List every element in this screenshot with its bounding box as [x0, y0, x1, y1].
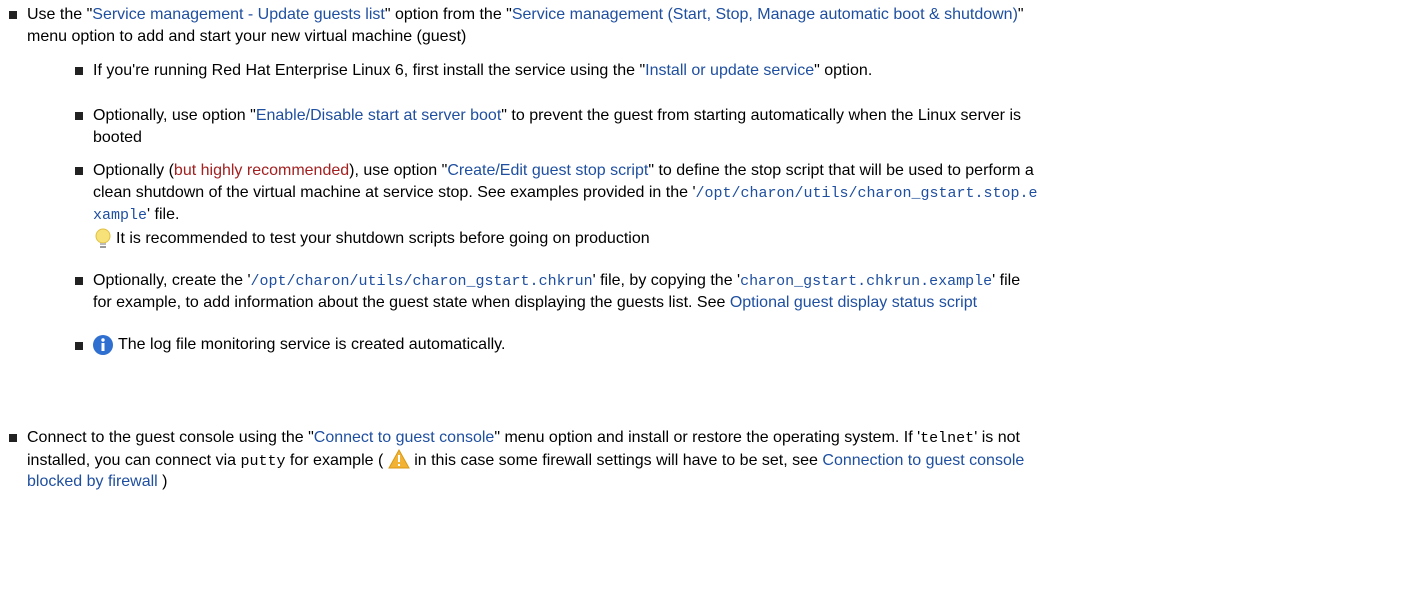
text: ' is not — [974, 429, 1020, 446]
text: ' file, by copying the ' — [592, 272, 741, 289]
text: ' file. — [147, 206, 180, 223]
sub-3-line-1: Optionally (but highly recommended), use… — [93, 160, 1034, 182]
code-stop-example-path[interactable]: /opt/charon/utils/charon_gstart.stop.e — [696, 185, 1038, 202]
text: Optionally, create the ' — [93, 272, 251, 289]
item-1-line-1: Use the "Service management - Update gue… — [27, 4, 1024, 26]
link-connection-blocked-firewall-cont[interactable]: blocked by firewall — [27, 473, 158, 490]
link-install-or-update-service[interactable]: Install or update service — [645, 62, 814, 79]
sub-4-line-2: for example, to add information about th… — [93, 292, 977, 314]
link-enable-disable-start[interactable]: Enable/Disable start at server boot — [256, 107, 501, 124]
sub-5-text: The log file monitoring service is creat… — [118, 336, 506, 353]
text: Optionally, use option " — [93, 107, 256, 124]
text: Connect to the guest console using the " — [27, 429, 314, 446]
link-optional-guest-display-status[interactable]: Optional guest display status script — [730, 294, 977, 311]
text: clean shutdown of the virtual machine at… — [93, 184, 696, 201]
link-connection-blocked-firewall[interactable]: Connection to guest console — [822, 452, 1024, 469]
link-service-management[interactable]: Service management (Start, Stop, Manage … — [512, 6, 1018, 23]
code-chkrun-example[interactable]: charon_gstart.chkrun.example — [740, 273, 992, 290]
sub-2-line-1: Optionally, use option "Enable/Disable s… — [93, 105, 1021, 127]
text: ) — [157, 473, 168, 490]
text: ), use option " — [349, 162, 448, 179]
info-icon — [93, 335, 113, 355]
warning-icon — [387, 448, 410, 469]
bullet — [75, 67, 83, 75]
text: for example, to add information about th… — [93, 294, 730, 311]
code-stop-example-path-cont[interactable]: xample — [93, 207, 147, 224]
highlight-recommended: but highly recommended — [173, 162, 350, 179]
link-connect-to-guest-console[interactable]: Connect to guest console — [314, 429, 495, 446]
text: " — [1017, 6, 1024, 23]
code-chkrun-path[interactable]: /opt/charon/utils/charon_gstart.chkrun — [251, 273, 593, 290]
lightbulb-icon — [95, 228, 111, 248]
bullet — [75, 167, 83, 175]
bullet — [75, 277, 83, 285]
text: for example ( — [285, 452, 388, 469]
text: ' file — [992, 272, 1021, 289]
link-update-guests-list[interactable]: Service management - Update guests list — [92, 6, 385, 23]
text: " option from the " — [384, 6, 512, 23]
bullet — [75, 112, 83, 120]
code-telnet: telnet — [920, 430, 975, 447]
tip-text: It is recommended to test your shutdown … — [116, 230, 650, 247]
code-putty: putty — [240, 453, 286, 470]
text: installed, you can connect via — [27, 452, 241, 469]
text: If you're running Red Hat Enterprise Lin… — [93, 62, 646, 79]
link-create-edit-stop-script[interactable]: Create/Edit guest stop script — [447, 162, 648, 179]
bullet — [9, 11, 17, 19]
last-line-2: installed, you can connect via putty for… — [27, 448, 1024, 473]
text: " option. — [814, 62, 873, 79]
sub-3-line-2: clean shutdown of the virtual machine at… — [93, 182, 1038, 205]
last-line-1: Connect to the guest console using the "… — [27, 427, 1020, 450]
text: " to define the stop script that will be… — [648, 162, 1034, 179]
text: " to prevent the guest from starting aut… — [501, 107, 1021, 124]
text: Use the " — [27, 6, 93, 23]
text: in this case some firewall settings will… — [409, 452, 823, 469]
document-page: Use the "Service management - Update gue… — [0, 0, 1419, 590]
text: Optionally ( — [93, 162, 174, 179]
item-1-line-2: menu option to add and start your new vi… — [27, 28, 467, 45]
sub-2-line-2: booted — [93, 129, 142, 146]
sub-1-line: If you're running Red Hat Enterprise Lin… — [93, 60, 872, 82]
sub-4-line-1: Optionally, create the '/opt/charon/util… — [93, 270, 1020, 293]
sub-3-line-3: xample' file. — [93, 204, 179, 227]
bullet — [9, 434, 17, 442]
text: " menu option and install or restore the… — [494, 429, 921, 446]
last-line-3: blocked by firewall ) — [27, 471, 168, 493]
bullet — [75, 342, 83, 350]
